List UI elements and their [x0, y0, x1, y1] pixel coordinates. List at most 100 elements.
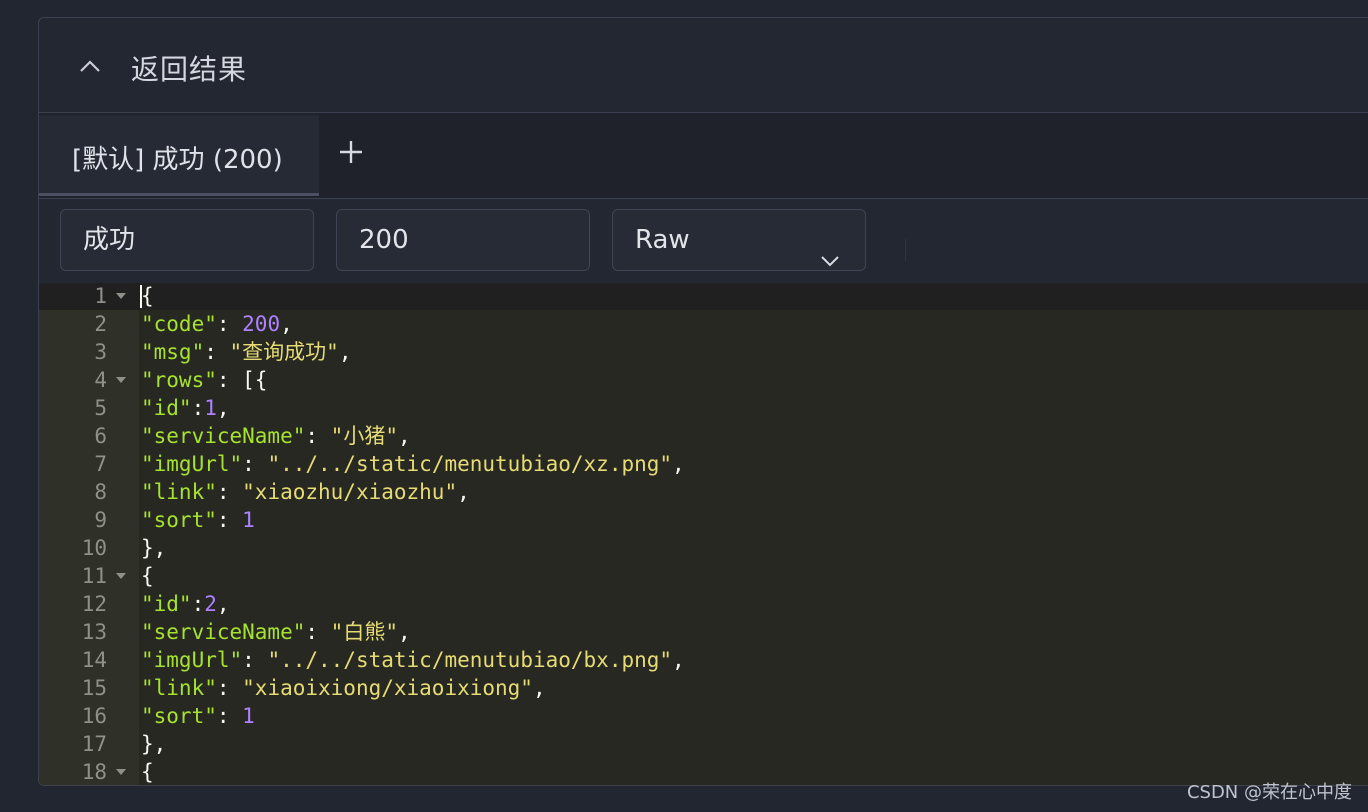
code-line[interactable]: 16 "sort": 1 — [39, 702, 1368, 730]
code-token: "code" — [141, 312, 217, 336]
line-number: 13 — [81, 620, 107, 644]
code-line[interactable]: 9 "sort": 1 — [39, 506, 1368, 534]
code-token: : — [242, 452, 268, 476]
code-token: "../../static/menutubiao/xz.png" — [267, 452, 673, 476]
code-token: 1 — [242, 508, 255, 532]
code-line[interactable]: 2 "code": 200, — [39, 310, 1368, 338]
line-content: "msg": "查询成功", — [141, 338, 351, 366]
code-line[interactable]: 18 { — [39, 758, 1368, 785]
code-token: 1 — [242, 704, 255, 728]
code-line[interactable]: 4 "rows": [{ — [39, 366, 1368, 394]
line-content: "imgUrl": "../../static/menutubiao/xz.pn… — [141, 450, 685, 478]
fold-arrow-icon[interactable] — [116, 769, 126, 775]
response-tabs: [默认] 成功 (200) — [39, 113, 1368, 199]
line-content: "serviceName": "白熊", — [141, 618, 411, 646]
code-token: , — [216, 396, 230, 420]
line-content: "link": "xiaozhu/xiaozhu", — [141, 478, 470, 506]
response-name-input[interactable]: 成功 — [60, 209, 314, 271]
line-number: 14 — [81, 648, 107, 672]
fold-arrow-icon[interactable] — [116, 573, 126, 579]
section-header[interactable]: 返回结果 — [39, 18, 1368, 113]
line-content: { — [141, 283, 154, 310]
line-content: "sort": 1 — [141, 506, 255, 534]
line-content: { — [141, 758, 154, 785]
chevron-up-icon[interactable] — [77, 53, 103, 79]
code-token: : — [305, 620, 331, 644]
code-token: { — [141, 564, 154, 588]
code-token: , — [532, 676, 546, 700]
fold-arrow-icon[interactable] — [116, 293, 126, 299]
line-content: "imgUrl": "../../static/menutubiao/bx.pn… — [141, 646, 685, 674]
code-line[interactable]: 11 { — [39, 562, 1368, 590]
line-content: { — [141, 562, 154, 590]
code-line[interactable]: 15 "link": "xiaoixiong/xiaoixiong", — [39, 674, 1368, 702]
code-token: "xiaoixiong/xiaoixiong" — [242, 676, 533, 700]
code-token: "sort" — [141, 704, 217, 728]
code-token: "serviceName" — [141, 424, 306, 448]
format-select[interactable]: Raw — [612, 209, 866, 271]
code-token: "../../static/menutubiao/bx.png" — [267, 648, 673, 672]
code-line[interactable]: 12 "id":2, — [39, 590, 1368, 618]
line-number: 17 — [81, 732, 107, 756]
line-content: }, — [141, 730, 166, 758]
code-token: , — [672, 648, 685, 672]
code-token: : — [216, 480, 243, 504]
code-line[interactable]: 17}, — [39, 730, 1368, 758]
status-code-input[interactable]: 200 — [336, 209, 590, 271]
format-select-value: Raw — [635, 225, 690, 255]
code-line[interactable]: 8 "link": "xiaozhu/xiaozhu", — [39, 478, 1368, 506]
line-content: "serviceName": "小猪", — [141, 422, 411, 450]
code-token: "imgUrl" — [141, 648, 243, 672]
code-token: "msg" — [141, 340, 205, 364]
line-number: 5 — [94, 396, 107, 420]
code-token: "imgUrl" — [141, 452, 243, 476]
code-line[interactable]: 10}, — [39, 534, 1368, 562]
fold-arrow-icon[interactable] — [116, 377, 126, 383]
code-token: "id" — [141, 592, 192, 616]
line-content: "rows": [{ — [141, 366, 267, 394]
line-content: }, — [141, 534, 166, 562]
response-panel: 返回结果 [默认] 成功 (200) 成功 200 Raw 1{2 "code":… — [38, 17, 1368, 786]
line-number: 10 — [81, 536, 107, 560]
code-token: : — [216, 312, 243, 336]
code-line[interactable]: 1{ — [39, 283, 1368, 310]
code-token: , — [216, 592, 230, 616]
line-content: "code": 200, — [141, 310, 293, 338]
code-line[interactable]: 6 "serviceName": "小猪", — [39, 422, 1368, 450]
tab-default-success[interactable]: [默认] 成功 (200) — [39, 115, 319, 196]
line-number: 1 — [94, 284, 107, 308]
plus-icon[interactable] — [334, 135, 368, 169]
code-token: "xiaozhu/xiaozhu" — [242, 480, 458, 504]
line-number: 3 — [94, 340, 107, 364]
code-token: , — [280, 312, 293, 336]
code-token: : — [216, 704, 243, 728]
code-line[interactable]: 13 "serviceName": "白熊", — [39, 618, 1368, 646]
line-number: 7 — [94, 452, 107, 476]
code-token: "小猪" — [330, 424, 398, 448]
response-settings-row: 成功 200 Raw — [39, 199, 1368, 283]
code-token: : — [191, 592, 205, 616]
code-token: : — [216, 508, 243, 532]
code-token: , — [338, 340, 352, 364]
line-number: 16 — [81, 704, 107, 728]
code-token: , — [397, 620, 411, 644]
code-line[interactable]: 7 "imgUrl": "../../static/menutubiao/xz.p… — [39, 450, 1368, 478]
code-token: , — [397, 424, 411, 448]
code-token: : — [305, 424, 331, 448]
line-number: 15 — [81, 676, 107, 700]
code-line[interactable]: 14 "imgUrl": "../../static/menutubiao/bx.… — [39, 646, 1368, 674]
line-content: "id":1, — [141, 394, 230, 422]
section-title: 返回结果 — [131, 53, 248, 86]
code-editor[interactable]: 1{2 "code": 200, 3 "msg": "查询成功", 4 "rows": [… — [39, 283, 1368, 785]
code-token: { — [141, 760, 154, 784]
code-token: }, — [141, 536, 167, 560]
code-token: : — [191, 396, 205, 420]
code-line[interactable]: 3 "msg": "查询成功", — [39, 338, 1368, 366]
line-number: 11 — [81, 564, 107, 588]
code-line[interactable]: 5 "id":1, — [39, 394, 1368, 422]
divider — [905, 239, 906, 261]
code-token: : — [204, 340, 230, 364]
tab-label: [默认] 成功 (200) — [72, 145, 283, 175]
watermark: CSDN @荣在心中度 — [1186, 782, 1352, 803]
line-number: 2 — [94, 312, 107, 336]
